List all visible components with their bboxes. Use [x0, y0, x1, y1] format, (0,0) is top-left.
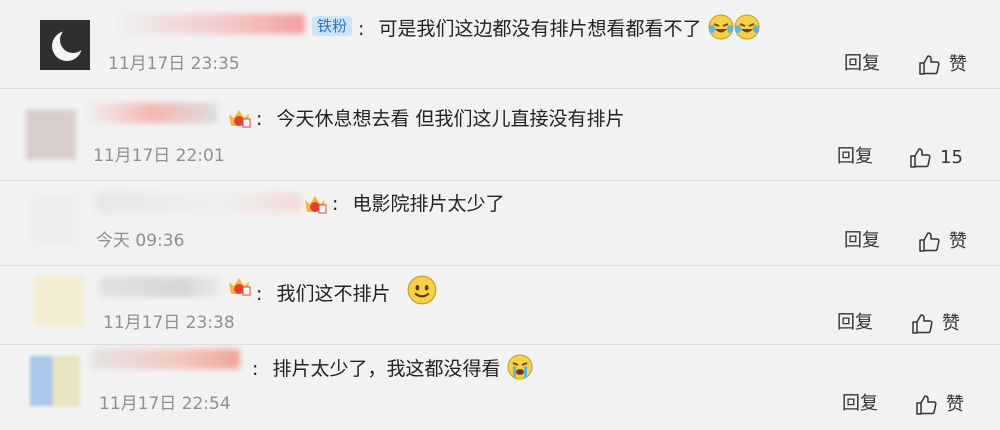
comment-body: 今天休息想去看 但我们这儿直接没有排片: [276, 108, 625, 130]
divider: [0, 180, 1000, 181]
avatar[interactable]: [30, 195, 80, 245]
comment-time: 11月17日 22:54: [99, 394, 231, 414]
crown-icon: [229, 110, 251, 128]
reply-button[interactable]: 回复: [837, 312, 873, 334]
avatar-image: [40, 20, 90, 70]
comment-body: 可是我们这边都没有排片想看都看不了: [378, 18, 702, 40]
reply-button[interactable]: 回复: [844, 230, 880, 252]
comment-text: : 排片太少了，我这都没得看: [252, 354, 533, 381]
divider: [0, 88, 1000, 89]
comment-body: 排片太少了，我这都没得看: [272, 358, 501, 380]
comment-text: : 电影院排片太少了: [332, 192, 504, 216]
crown-icon: [305, 196, 327, 214]
like-label: 赞: [946, 394, 964, 415]
avatar[interactable]: [40, 20, 90, 70]
username-blurred[interactable]: [120, 14, 305, 34]
like-button[interactable]: 赞: [917, 230, 967, 254]
crying-emoji-icon: [507, 354, 533, 380]
comment-time: 今天 09:36: [96, 231, 185, 251]
like-button[interactable]: 15: [908, 146, 963, 170]
thumbs-up-icon: [916, 395, 937, 415]
like-button[interactable]: 赞: [910, 312, 960, 336]
separator: :: [358, 18, 365, 40]
username-blurred[interactable]: [92, 349, 240, 369]
reply-button[interactable]: 回复: [842, 393, 878, 415]
separator: :: [252, 358, 259, 380]
avatar[interactable]: [26, 110, 76, 160]
thumbs-up-icon: [919, 232, 940, 252]
comment-text: : 我们这不排片: [256, 275, 437, 306]
laugh-cry-emoji-icon: [708, 14, 734, 40]
separator: :: [256, 283, 263, 305]
separator: :: [332, 193, 339, 215]
comment-body: 电影院排片太少了: [352, 193, 505, 215]
comment-body: 我们这不排片: [276, 283, 391, 305]
username-blurred[interactable]: [88, 103, 218, 123]
like-label: 赞: [949, 54, 967, 75]
like-label: 赞: [949, 231, 967, 252]
divider: [0, 344, 1000, 345]
thumbs-up-icon: [912, 314, 933, 334]
like-count: 15: [940, 147, 963, 168]
comment-text: : 今天休息想去看 但我们这儿直接没有排片: [256, 107, 625, 131]
crown-icon: [229, 278, 251, 296]
laugh-cry-emoji-icon: [734, 14, 760, 40]
comment-time: 11月17日 23:35: [108, 54, 240, 74]
reply-button[interactable]: 回复: [844, 53, 880, 75]
like-button[interactable]: 赞: [917, 53, 967, 77]
comment-time: 11月17日 23:38: [103, 313, 235, 333]
reply-button[interactable]: 回复: [837, 146, 873, 168]
fan-badge: 铁粉: [312, 16, 353, 36]
comment-text: : 可是我们这边都没有排片想看都看不了: [358, 14, 760, 41]
like-label: 赞: [942, 313, 960, 334]
smile-emoji-icon: [407, 275, 436, 305]
separator: :: [256, 108, 263, 130]
thumbs-up-icon: [919, 55, 940, 75]
comment-time: 11月17日 22:01: [93, 146, 225, 166]
thumbs-up-icon: [910, 148, 931, 168]
like-button[interactable]: 赞: [914, 393, 964, 417]
username-blurred[interactable]: [100, 277, 220, 297]
username-blurred[interactable]: [96, 193, 301, 213]
avatar[interactable]: [34, 276, 84, 326]
divider: [0, 265, 1000, 266]
avatar[interactable]: [30, 356, 80, 406]
